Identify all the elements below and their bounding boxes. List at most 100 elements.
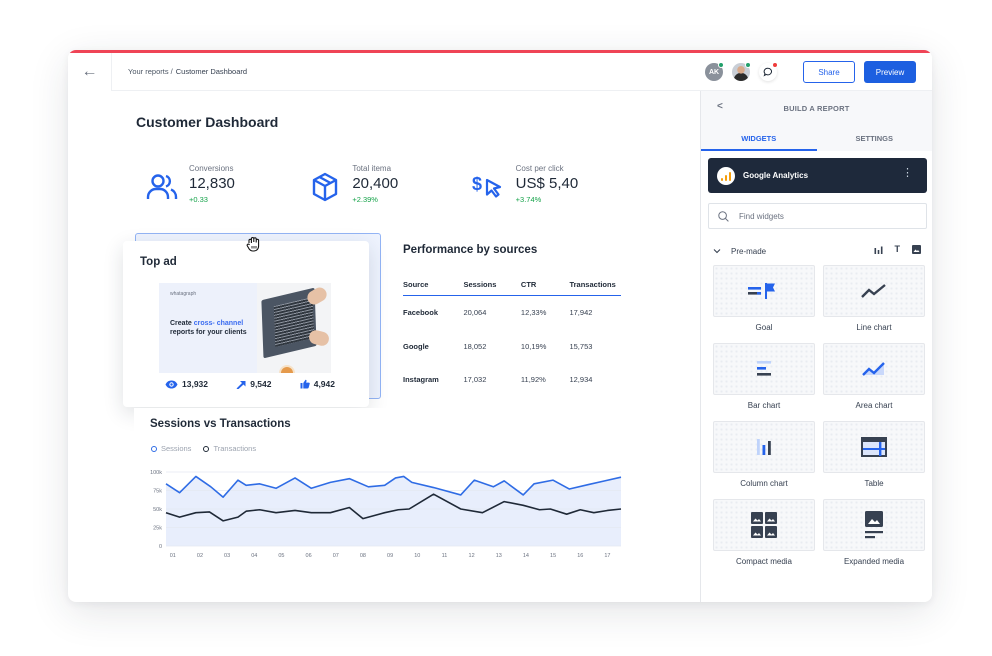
legend-item-transactions[interactable]: Transactions <box>203 444 256 453</box>
top-ad-widget[interactable]: Top ad whatagraph Create cross- channel … <box>123 241 369 407</box>
ad-stat-likes: 4,942 <box>300 379 335 389</box>
kpi-widget[interactable]: Conversions 12,830 +0.33 Total itema 20,… <box>133 150 623 222</box>
line-chart-widget[interactable]: Sessions vs Transactions Sessions Transa… <box>134 408 626 568</box>
premade-label: Pre-made <box>731 246 767 256</box>
widget-label: Column chart <box>740 479 788 488</box>
kpi-delta: +2.39% <box>352 195 378 204</box>
kpi-value: US$ 5,40 <box>515 175 579 192</box>
breadcrumb-current: Customer Dashboard <box>175 67 248 76</box>
eye-icon <box>165 380 178 388</box>
widget-column-chart[interactable]: Column chart <box>713 421 815 488</box>
widget-compact-media[interactable]: Compact media <box>713 499 815 566</box>
column-header[interactable]: Source <box>403 280 463 289</box>
y-tick-label: 100k <box>150 470 162 476</box>
arrow-icon <box>236 381 246 389</box>
bar-filter-icon[interactable] <box>874 246 883 254</box>
kpi-cost-per-click: $ Cost per click US$ 5,40 +3.74% <box>460 150 623 222</box>
data-source-selector[interactable]: Google Analytics ⋮ <box>708 158 927 193</box>
widget-expanded-media[interactable]: Expanded media <box>823 499 925 566</box>
ad-stat-clicks: 9,542 <box>236 379 272 389</box>
ad-stat-views: 13,932 <box>165 379 208 389</box>
tab-settings[interactable]: SETTINGS <box>817 125 933 151</box>
x-tick-label: 11 <box>442 553 448 559</box>
kpi-delta: +3.74% <box>515 195 542 204</box>
preview-button[interactable]: Preview <box>864 61 916 83</box>
column-header[interactable]: Sessions <box>463 280 520 289</box>
top-ad-title: Top ad <box>140 256 177 268</box>
thumbs-up-icon <box>300 379 310 389</box>
performance-table[interactable]: Source Sessions CTR Transactions Faceboo… <box>403 274 621 397</box>
column-header[interactable]: Transactions <box>569 280 621 289</box>
avatar-initials: AK <box>708 68 720 76</box>
column-chart-icon <box>757 439 771 455</box>
x-tick-label: 10 <box>414 553 420 559</box>
ad-creative-image: whatagraph Create cross- channel reports… <box>159 283 331 373</box>
box-icon <box>308 170 342 204</box>
dollar-click-icon: $ <box>472 170 506 204</box>
x-tick-label: 15 <box>550 553 556 559</box>
build-report-panel: < BUILD A REPORT WIDGETS SETTINGS Google… <box>700 91 932 602</box>
table-row: Facebook 20,064 12,33% 17,942 <box>403 296 621 330</box>
top-bar: Your reports / Customer Dashboard AK Sha… <box>112 53 932 91</box>
x-tick-label: 14 <box>523 553 529 559</box>
premade-section-header[interactable]: Pre-made T <box>713 241 925 261</box>
x-tick-label: 03 <box>224 553 230 559</box>
breadcrumb-your-reports[interactable]: Your reports / <box>128 67 173 76</box>
goal-icon <box>748 283 775 299</box>
avatar-user-photo[interactable] <box>732 62 751 81</box>
x-tick-label: 13 <box>496 553 502 559</box>
performance-title: Performance by sources <box>403 244 538 256</box>
legend-marker-sessions <box>151 445 157 452</box>
table-cell: 10,19% <box>520 341 547 351</box>
x-tick-label: 08 <box>360 553 366 559</box>
widget-search[interactable] <box>708 203 927 229</box>
tab-widgets[interactable]: WIDGETS <box>701 125 817 151</box>
y-tick-label: 25k <box>153 526 162 532</box>
table-cell: 11,92% <box>520 375 546 385</box>
page-title: Customer Dashboard <box>136 114 279 130</box>
table-row: Instagram 17,032 11,92% 12,934 <box>403 363 621 397</box>
widget-bar-chart[interactable]: Bar chart <box>713 343 815 410</box>
table-header: Source Sessions CTR Transactions <box>403 274 621 296</box>
chart-title: Sessions vs Transactions <box>150 418 291 430</box>
widget-label: Area chart <box>855 401 893 410</box>
more-options-icon[interactable]: ⋮ <box>902 168 913 179</box>
x-tick-label: 02 <box>197 553 203 559</box>
text-filter-icon[interactable]: T <box>895 245 901 254</box>
chart-plot: 0 25k 50k 75k 100k 01 02 03 04 05 06 07 08 09 10 11 12 13… <box>150 470 622 559</box>
x-tick-label: 12 <box>469 553 475 559</box>
area-chart-icon <box>862 362 885 376</box>
chevron-left-icon[interactable]: < <box>717 101 723 112</box>
table-cell: 15,753 <box>569 341 593 351</box>
table-cell: 17,032 <box>463 375 487 385</box>
column-header[interactable]: CTR <box>521 280 570 289</box>
widget-goal[interactable]: Goal <box>713 265 815 332</box>
panel-header: < BUILD A REPORT <box>701 91 932 125</box>
table-cell: 12,934 <box>569 375 593 385</box>
x-tick-label: 04 <box>251 553 257 559</box>
chevron-down-icon[interactable] <box>713 247 721 256</box>
laptop-photo <box>257 283 331 373</box>
avatar-ak[interactable]: AK <box>705 62 724 81</box>
back-button[interactable]: ← <box>68 53 112 91</box>
online-status-dot <box>745 62 751 68</box>
widget-table[interactable]: Table <box>823 421 925 488</box>
y-tick-label: 0 <box>159 544 162 550</box>
ad-stats: 13,932 9,542 4,942 <box>165 379 335 389</box>
online-status-dot <box>718 62 724 68</box>
share-button[interactable]: Share <box>803 61 855 83</box>
comments-button[interactable] <box>759 62 778 81</box>
search-input[interactable] <box>739 211 909 221</box>
table-cell: 20,064 <box>463 308 487 318</box>
table-cell: Google <box>403 341 429 351</box>
table-cell: 12,33% <box>520 308 547 318</box>
widget-line-chart[interactable]: Line chart <box>823 265 925 332</box>
google-analytics-icon <box>717 166 735 185</box>
legend-item-sessions[interactable]: Sessions <box>151 444 191 453</box>
widget-area-chart[interactable]: Area chart <box>823 343 925 410</box>
bar-chart-icon <box>757 361 771 376</box>
image-filter-icon[interactable] <box>912 245 921 254</box>
data-source-name: Google Analytics <box>743 171 809 180</box>
search-icon <box>718 210 729 222</box>
ad-headline: Create cross- channel reports for your c… <box>170 320 247 337</box>
